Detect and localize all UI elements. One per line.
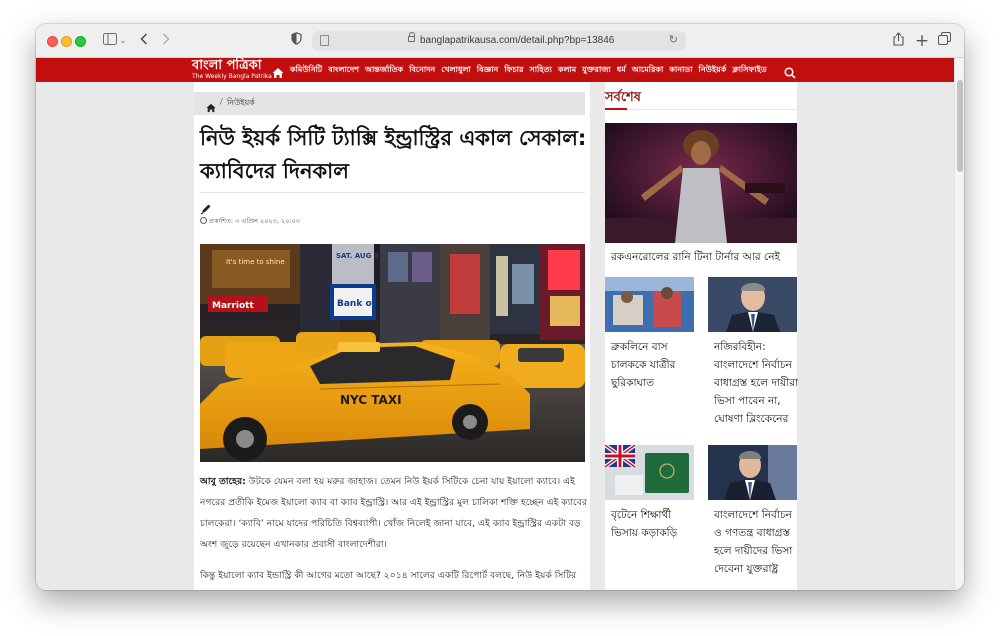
nav-item-canada[interactable]: কানাডা: [669, 64, 692, 77]
forward-icon[interactable]: [158, 32, 174, 50]
logo-sub: The Weekly Bangla Patrika: [192, 73, 272, 80]
billboard-text-2: SAT. AUG 31: [336, 252, 384, 260]
billboard-text-3: Bank of: [337, 299, 376, 309]
nav-item-column[interactable]: কলাম: [558, 64, 576, 77]
article-paragraph-2: কিন্তু ইয়ালো ক্যাব ইন্ডাস্ট্রি কী আগের …: [200, 570, 577, 581]
taxi-text: NYC TAXI: [340, 393, 402, 407]
site-logo[interactable]: বাংলা পত্রিকা The Weekly Bangla Patrika: [192, 58, 272, 81]
news-thumbnail-4[interactable]: [605, 445, 694, 500]
publish-date-text: প্রকাশিত: ৩ এপ্রিল ২০২৩, ২০:০৩: [209, 217, 301, 225]
new-tab-icon[interactable]: +: [914, 32, 930, 50]
breadcrumb: / নিউইয়র্ক: [194, 92, 585, 115]
clock-icon: [200, 217, 207, 224]
divider: [627, 109, 797, 110]
article-headline: নিউ ইয়র্ক সিটি ট্যাক্সি ইন্ড্রাস্ট্রির …: [200, 126, 587, 183]
browser-toolbar: ⌄ banglapatrikausa.com/detail.php?bp=138…: [36, 24, 964, 58]
article-paragraph-1: আবু তাহের: উটকে যেমন বলা হয় মরুর জাহাজ।…: [200, 471, 588, 555]
minimize-window-button[interactable]: [61, 36, 72, 47]
breadcrumb-newyork[interactable]: নিউইয়র্ক: [227, 97, 255, 110]
share-icon[interactable]: [890, 32, 906, 50]
nav-item-newyork[interactable]: নিউইয়র্ক: [699, 64, 727, 77]
tabs-icon[interactable]: [936, 32, 952, 50]
news-thumbnail-3[interactable]: [708, 277, 797, 332]
search-icon[interactable]: [784, 64, 796, 79]
paragraph-1-text: উটকে যেমন বলা হয় মরুর জাহাজ। তেমন নিউ ই…: [200, 476, 587, 550]
nav-item-sports[interactable]: খেলাধুলা: [441, 64, 471, 77]
nav-item-religion[interactable]: ধর্ম: [617, 64, 626, 77]
site-navbar: বাংলা পত্রিকা The Weekly Bangla Patrika …: [36, 58, 954, 82]
nav-item-science[interactable]: বিজ্ঞান: [477, 64, 499, 77]
url-text: banglapatrikausa.com/detail.php?bp=13846: [420, 35, 615, 46]
lock-icon: [408, 32, 415, 42]
address-bar[interactable]: banglapatrikausa.com/detail.php?bp=13846…: [312, 31, 686, 51]
news-headline-2[interactable]: ব্রুকলিনে বাস চালককে যাত্রীর ছুরিকাঘাত: [611, 338, 699, 392]
scrollbar-thumb[interactable]: [957, 80, 963, 172]
logo-main: বাংলা পত্রিকা: [192, 58, 262, 73]
reader-icon[interactable]: [320, 35, 329, 46]
nav-item-literature[interactable]: সাহিত্য: [529, 64, 551, 77]
pen-icon: [200, 200, 212, 215]
nav-item-america[interactable]: আমেরিকা: [632, 64, 664, 77]
news-thumbnail-5[interactable]: [708, 445, 797, 500]
nav-item-classified[interactable]: ক্লাসিফাইড: [732, 64, 766, 77]
home-icon[interactable]: [272, 64, 284, 78]
news-thumbnail-2[interactable]: [605, 277, 694, 332]
article-body: আবু তাহের: উটকে যেমন বলা হয় মরুর জাহাজ।…: [200, 471, 588, 590]
nav-item-international[interactable]: আন্তর্জাতিক: [365, 64, 403, 77]
reload-icon[interactable]: ↻: [669, 33, 678, 46]
publish-date: প্রকাশিত: ৩ এপ্রিল ২০২৩, ২০:০৩: [200, 216, 300, 227]
nav-item-uk[interactable]: যুক্তরাজ্য: [582, 64, 611, 77]
article-hero-image: It's time to shine Marriott SAT. AUG 31 …: [200, 244, 585, 462]
sidebar-title-underline: [605, 108, 627, 110]
author-lead: আবু তাহের:: [200, 476, 246, 487]
nav-menu: কমিউনিটি বাংলাদেশ আন্তর্জাতিক বিনোদন খেল…: [290, 58, 773, 82]
browser-window: ⌄ banglapatrikausa.com/detail.php?bp=138…: [36, 24, 964, 590]
nav-item-feature[interactable]: ফিচার: [504, 64, 523, 77]
nav-item-bangladesh[interactable]: বাংলাদেশ: [328, 64, 359, 77]
back-icon[interactable]: [136, 32, 152, 50]
page-scrollbar[interactable]: [954, 58, 964, 590]
billboard-text-1: It's time to shine: [226, 258, 285, 266]
zoom-window-button[interactable]: [75, 36, 86, 47]
home-icon[interactable]: [206, 98, 216, 113]
news-headline-1[interactable]: রকএনরোলের রানি টিনা টার্নার আর নেই: [611, 248, 797, 266]
divider: [200, 192, 585, 193]
nav-item-entertainment[interactable]: বিনোদন: [409, 64, 435, 77]
news-headline-3[interactable]: নজিরবিহীন: বাংলাদেশে নির্বাচন বাধাগ্রস্ত…: [714, 338, 800, 428]
nav-item-community[interactable]: কমিউনিটি: [290, 64, 322, 77]
sidebar-title: সর্বশেষ: [605, 90, 641, 105]
chevron-down-icon[interactable]: ⌄: [118, 32, 128, 50]
shield-icon[interactable]: [288, 32, 304, 50]
news-thumbnail-1[interactable]: [605, 123, 797, 243]
billboard-text-4: Marriott: [212, 301, 254, 311]
news-headline-5[interactable]: বাংলাদেশে নির্বাচন ও গণতন্ত্র বাধাগ্রস্ত…: [714, 506, 800, 578]
page-viewport: / নিউইয়র্ক নিউ ইয়র্ক সিটি ট্যাক্সি ইন্…: [36, 82, 954, 590]
breadcrumb-separator: /: [220, 97, 223, 106]
news-headline-4[interactable]: বৃটেনে শিক্ষার্থী ভিসায় কড়াকড়ি: [611, 506, 699, 542]
close-window-button[interactable]: [47, 36, 58, 47]
